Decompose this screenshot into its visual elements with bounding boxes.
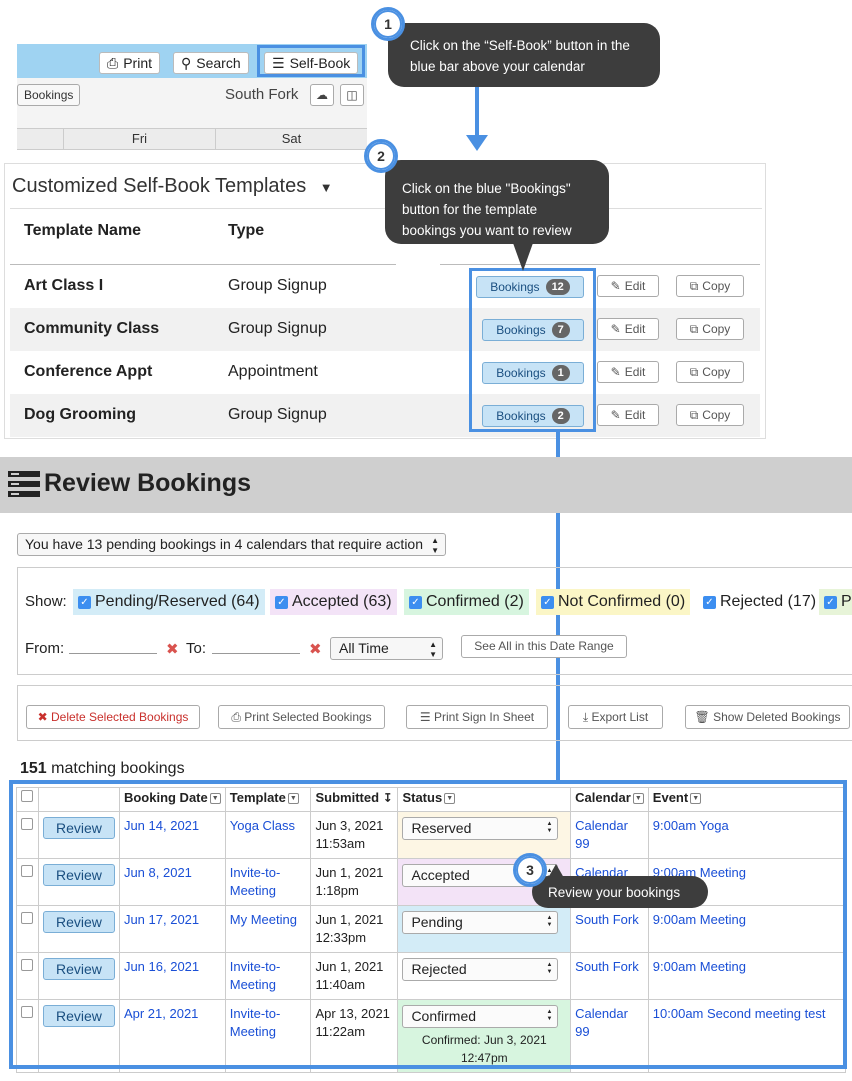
template-type: Group Signup bbox=[228, 406, 327, 423]
callout-2-pointer bbox=[513, 243, 533, 271]
template-name: Conference Appt bbox=[24, 363, 153, 380]
checkbox-checked-icon: ✓ bbox=[409, 595, 422, 609]
filter-pending[interactable]: ✓ Pending/Reserved (64) bbox=[73, 589, 265, 615]
date-range-select[interactable]: All Time ▲ ▼ bbox=[330, 637, 443, 660]
filter-accepted[interactable]: ✓ Accepted (63) bbox=[270, 589, 397, 615]
to-date-input[interactable] bbox=[212, 653, 300, 654]
copy-icon: ⧉ bbox=[689, 407, 699, 422]
day-header-sat: Sat bbox=[215, 128, 367, 150]
columns-icon[interactable]: ◫ bbox=[340, 84, 364, 106]
col-type: Type bbox=[228, 222, 265, 239]
selfbook-highlight bbox=[257, 45, 365, 77]
copy-icon: ⧉ bbox=[689, 364, 699, 379]
print-button[interactable]: ⎙ Print bbox=[99, 52, 160, 74]
pending-bookings-select[interactable]: You have 13 pending bookings in 4 calend… bbox=[17, 533, 446, 556]
copy-icon: ⧉ bbox=[689, 321, 699, 336]
edit-button[interactable]: ✎ Edit bbox=[597, 361, 659, 383]
copy-button[interactable]: ⧉ Copy bbox=[676, 404, 744, 426]
select-arrows-icon: ▲ ▼ bbox=[431, 536, 439, 555]
template-type: Group Signup bbox=[228, 320, 327, 337]
step-badge-2: 2 bbox=[364, 139, 398, 173]
from-date-input[interactable] bbox=[69, 653, 157, 654]
bookings-button-small[interactable]: Bookings bbox=[17, 84, 81, 106]
checkbox-checked-icon: ✓ bbox=[703, 595, 716, 609]
edit-button[interactable]: ✎ Edit bbox=[597, 275, 659, 297]
to-label: To: bbox=[186, 640, 207, 657]
copy-button[interactable]: ⧉ Copy bbox=[676, 361, 744, 383]
delete-selected-button[interactable]: ✖ Delete Selected Bookings bbox=[26, 705, 200, 729]
show-label: Show: bbox=[25, 593, 67, 610]
checkbox-checked-icon: ✓ bbox=[78, 595, 91, 609]
templates-title[interactable]: Customized Self-Book Templates ▼ bbox=[12, 175, 333, 198]
print-selected-button[interactable]: ⎙ Print Selected Bookings bbox=[218, 705, 385, 729]
template-name: Art Class I bbox=[24, 277, 104, 294]
copy-button[interactable]: ⧉ Copy bbox=[676, 318, 744, 340]
search-icon: ⚲ bbox=[181, 55, 192, 71]
edit-button[interactable]: ✎ Edit bbox=[597, 404, 659, 426]
step-badge-3: 3 bbox=[513, 853, 547, 887]
show-deleted-button[interactable]: 🗑 Show Deleted Bookings bbox=[685, 705, 850, 729]
select-arrows-icon: ▲ ▼ bbox=[429, 640, 437, 659]
see-all-range-button[interactable]: See All in this Date Range bbox=[461, 635, 627, 658]
matching-count: 151 matching bookings bbox=[20, 760, 185, 777]
clear-from-icon[interactable]: ✖ bbox=[166, 640, 179, 658]
edit-button[interactable]: ✎ Edit bbox=[597, 318, 659, 340]
callout-3-pointer bbox=[548, 864, 564, 878]
checkbox-checked-icon: ✓ bbox=[824, 595, 837, 609]
template-name: Dog Grooming bbox=[24, 406, 136, 423]
day-header-fri: Fri bbox=[63, 128, 215, 150]
caret-down-icon: ▼ bbox=[319, 180, 333, 195]
arrow-head-1 bbox=[466, 135, 488, 151]
search-button[interactable]: ⚲ Search bbox=[173, 52, 249, 74]
template-type: Appointment bbox=[228, 363, 318, 380]
copy-button[interactable]: ⧉ Copy bbox=[676, 275, 744, 297]
filter-partial[interactable]: ✓Pa bbox=[819, 589, 852, 615]
arrow-1 bbox=[475, 87, 479, 137]
table-highlight bbox=[9, 780, 847, 1069]
step-badge-1: 1 bbox=[371, 7, 405, 41]
x-icon: ✖ bbox=[37, 710, 51, 724]
filter-not-confirmed[interactable]: ✓ Not Confirmed (0) bbox=[536, 589, 691, 615]
clear-to-icon[interactable]: ✖ bbox=[309, 640, 322, 658]
checkbox-checked-icon: ✓ bbox=[541, 595, 554, 609]
calendar-name: South Fork bbox=[225, 86, 299, 103]
printer-icon: ⎙ bbox=[231, 710, 245, 724]
print-signin-button[interactable]: ☰ Print Sign In Sheet bbox=[406, 705, 548, 729]
callout-1: Click on the “Self-Book” button in the b… bbox=[388, 23, 660, 87]
copy-icon: ⧉ bbox=[689, 278, 699, 293]
day-header-blank bbox=[17, 128, 63, 150]
edit-icon: ✎ bbox=[610, 365, 621, 379]
template-name: Community Class bbox=[24, 320, 160, 337]
printer-icon: ⎙ bbox=[107, 55, 119, 71]
filter-confirmed[interactable]: ✓ Confirmed (2) bbox=[404, 589, 529, 615]
bookings-highlight bbox=[469, 268, 596, 432]
callout-2: Click on the blue "Bookings" button for … bbox=[385, 160, 609, 244]
filter-rejected[interactable]: ✓ Rejected (17) bbox=[698, 589, 822, 615]
edit-icon: ✎ bbox=[610, 408, 621, 422]
cloud-icon[interactable]: ☁ bbox=[310, 84, 334, 106]
list-icon: ☰ bbox=[419, 710, 435, 724]
col-template-name: Template Name bbox=[24, 222, 142, 239]
trash-icon: 🗑 bbox=[694, 710, 714, 724]
from-label: From: bbox=[25, 640, 65, 657]
checkbox-checked-icon: ✓ bbox=[275, 595, 288, 609]
bookings-list-icon bbox=[8, 471, 40, 497]
page-title: Review Bookings bbox=[44, 469, 251, 497]
edit-icon: ✎ bbox=[610, 322, 621, 336]
export-list-button[interactable]: ⤓ Export List bbox=[568, 705, 663, 729]
edit-icon: ✎ bbox=[610, 279, 621, 293]
callout-3: Review your bookings bbox=[532, 876, 708, 908]
template-type: Group Signup bbox=[228, 277, 327, 294]
